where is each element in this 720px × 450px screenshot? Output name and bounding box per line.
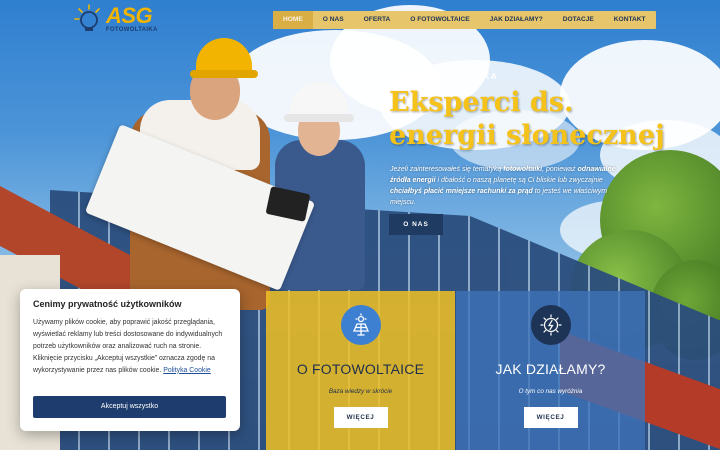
cookie-body: Używamy plików cookie, aby poprawić jako… xyxy=(33,319,223,374)
solar-panel-icon xyxy=(340,305,381,345)
lead-text: , ponieważ xyxy=(542,166,578,173)
hero-headline-line: Eksperci ds. xyxy=(389,87,574,118)
cookie-policy-link[interactable]: Polityka Cookie xyxy=(163,367,211,374)
more-button[interactable]: WIĘCEJ xyxy=(523,407,578,428)
nav-item-o-fotowoltaice[interactable]: O FOTOWOLTAICE xyxy=(400,11,479,29)
hero-headline-line: energii słonecznej xyxy=(389,120,665,151)
logo-title: ASG xyxy=(106,3,153,28)
nav-item-oferta[interactable]: OFERTA xyxy=(354,11,401,29)
lead-text: Jeżeli zainteresowałeś się tematyką xyxy=(390,166,504,173)
panel-title: JAK DZIAŁAMY? xyxy=(495,361,606,377)
cookie-title: Cenimy prywatność użytkowników xyxy=(33,299,182,309)
hero-about-button[interactable]: O NAS xyxy=(389,214,443,235)
sun-bulb-icon xyxy=(74,4,104,34)
accept-all-button[interactable]: Akceptuj wszystko xyxy=(33,396,226,418)
nav-item-o-nas[interactable]: O NAS xyxy=(313,11,354,29)
cookie-text: Używamy plików cookie, aby poprawić jako… xyxy=(33,317,227,377)
lead-bold: fotowoltaiki xyxy=(503,166,543,173)
panel-title: O FOTOWOLTAICE xyxy=(296,361,425,377)
more-button[interactable]: WIĘCEJ xyxy=(333,407,388,428)
feature-panel-how-we-work: JAK DZIAŁAMY? O tym co nas wyróżnia WIĘC… xyxy=(456,291,645,450)
site-logo[interactable]: ASG FOTOWOLTAIKA xyxy=(74,4,158,34)
nav-item-jak-dzialamy[interactable]: JAK DZIAŁAMY? xyxy=(480,11,553,29)
hard-hat-yellow xyxy=(190,38,258,78)
bulb-icon xyxy=(530,305,571,345)
hero-headline: Eksperci ds. energii słonecznej xyxy=(389,86,665,152)
panel-subtitle: Baza wiedzy w skrócie xyxy=(328,388,393,395)
main-nav: HOME O NAS OFERTA O FOTOWOLTAICE JAK DZI… xyxy=(273,11,656,29)
logo-subtitle: FOTOWOLTAIKA xyxy=(106,27,158,33)
feature-panel-photovoltaics: O FOTOWOLTAICE Baza wiedzy w skrócie WIĘ… xyxy=(266,291,455,450)
nav-item-dotacje[interactable]: DOTACJE xyxy=(553,11,604,29)
lead-text: i dbałość o naszą planetę są Ci bliskie … xyxy=(435,177,603,184)
nav-item-home[interactable]: HOME xyxy=(273,11,313,29)
panel-subtitle: O tym co nas wyróżnia xyxy=(518,388,583,395)
cookie-consent-dialog: Cenimy prywatność użytkowników Używamy p… xyxy=(20,289,240,431)
lead-bold: chciałbyś płacić mniejsze rachunki za pr… xyxy=(390,188,533,195)
hero-lead: Jeżeli zainteresowałeś się tematyką foto… xyxy=(390,164,630,208)
hero-eyebrow: ASG FOTOWOLTAIKA xyxy=(390,71,498,81)
nav-item-kontakt[interactable]: KONTAKT xyxy=(604,11,656,29)
